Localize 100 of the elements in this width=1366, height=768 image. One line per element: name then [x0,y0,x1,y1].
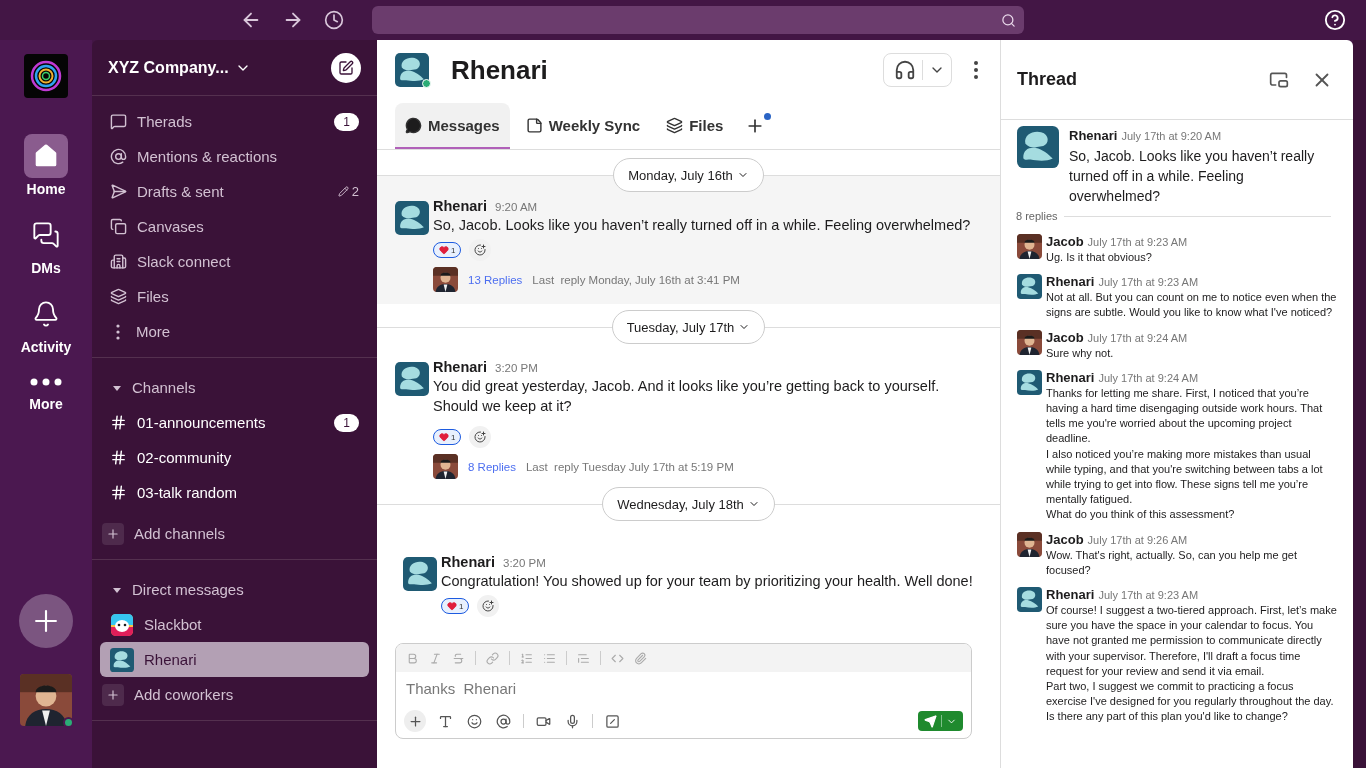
more-icon[interactable] [974,61,978,79]
avatar-icon [395,362,429,396]
message-time: July 17th at 9:23 AM [1087,236,1188,248]
building-icon[interactable] [110,253,127,270]
message-text: So, Jacob. Looks like you haven’t really turned off in a while. Feeling overwhelmed? [1069,147,1316,206]
hash-icon [110,414,127,431]
user-avatar [20,674,72,726]
add-channels-link[interactable]: Add channels [100,516,369,551]
section-header[interactable]: Channels [100,370,369,405]
author-name[interactable]: Jacob [1046,531,1084,547]
search-icon[interactable] [1001,12,1016,28]
message-time: July 17th at 9:23 AM [1098,276,1199,289]
avatar-icon [1017,274,1042,300]
workspace-logo[interactable] [24,54,68,98]
workspace-menu[interactable]: XYZ Company... [108,58,251,77]
date-divider[interactable]: Wednesday, July 18th [602,487,775,521]
heart-reaction[interactable]: 1 [433,429,462,445]
message-text: I also noticed you’re making more mistakes than usual while typing, and that you're switching between tabs a lot while trying to get into flow. These signs tell me you’re mentally fatigued. [1046,446,1324,508]
pencil-icon [337,186,349,197]
message-text: Congratulation! You showed up for your team by prioritizing your health. Well done! [441,572,974,591]
reply-count: 8 replies [1016,210,1058,222]
dm-item[interactable]: Slackbot [100,607,369,642]
heart-reaction[interactable]: 1 [441,598,470,614]
message-text: Sure why not. [1046,345,1115,361]
nav-item[interactable]: Slack connect [100,244,369,279]
bell-icon [32,300,60,328]
hash-icon [110,449,127,466]
speech-bubble-icon[interactable] [110,113,127,130]
nav-item[interactable]: Mentions & reactions [100,139,369,174]
last-reply-text: Last reply Tuesday July 17th at 5:19 PM [525,460,734,473]
note-icon[interactable] [525,116,543,134]
message-text: Wow. That's right, actually. So, can you help me get focused? [1046,547,1298,578]
author-name[interactable]: Jacob [1046,329,1084,345]
nav-item[interactable]: Files [100,279,369,314]
author-name[interactable]: Rhenari [1046,274,1095,290]
smile-plus-icon[interactable] [474,431,487,443]
nav-item[interactable]: Drafts & sent 2 [100,174,369,209]
add-coworkers-link[interactable]: Add coworkers [100,677,369,712]
message-text: Ug. Is it that obvious? [1046,250,1153,265]
author-name[interactable]: Rhenari [1046,369,1095,385]
rail-button[interactable] [24,134,68,178]
italic-icon [429,651,442,665]
tab[interactable]: Weekly Sync [515,103,651,149]
plus-icon [106,526,120,541]
avatar-icon [403,557,437,591]
replies-link[interactable]: 8 Replies [468,460,516,473]
message-time: 9:20 AM [495,201,538,213]
nav-item[interactable]: More [100,314,369,349]
channel-item[interactable]: 02-community [100,440,369,475]
hash-icon [110,484,127,501]
send-icon[interactable] [110,183,127,200]
heart-icon[interactable] [439,432,449,442]
section-header[interactable]: Direct messages [100,572,369,607]
author-name[interactable]: Jacob [1046,234,1084,249]
plus-icon [106,687,120,702]
channel-item[interactable]: 03-talk random [100,475,369,510]
smile-plus-icon[interactable] [482,600,495,612]
search-field[interactable] [372,6,1024,34]
user-avatar [433,454,458,479]
rail-label: Activity [20,339,72,355]
tab[interactable]: Messages [395,103,510,149]
replies-link[interactable]: 13 Replies [468,273,523,286]
date-divider[interactable]: Tuesday, July 17th [611,310,766,344]
message-time: July 17th at 9:23 AM [1098,589,1199,602]
paperclip-icon [634,651,647,665]
pen-square-icon[interactable] [338,59,354,76]
add-reaction-button[interactable] [469,239,492,261]
nav-item[interactable]: Therads 1 [100,104,369,139]
more-icon[interactable] [116,323,120,340]
tab[interactable]: Files [656,103,734,149]
author-name[interactable]: Rhenari [433,359,487,375]
add-reaction-button[interactable] [477,595,500,617]
author-name[interactable]: Rhenari [441,554,495,570]
huddle-button[interactable] [883,53,952,87]
avatar-icon [1017,369,1042,395]
author-name[interactable]: Rhenari [433,198,487,214]
avatar-icon [1017,587,1042,613]
add-reaction-button[interactable] [469,426,492,448]
chat-bubble-icon[interactable] [405,116,422,134]
author-name[interactable]: Rhenari [1046,587,1095,603]
heart-icon[interactable] [447,601,457,611]
layers-icon[interactable] [110,288,127,305]
pages-icon[interactable] [110,218,127,235]
date-divider[interactable]: Monday, July 16th [613,158,764,192]
heart-icon[interactable] [439,245,449,255]
online-status-dot [63,717,74,728]
avatar-icon [1017,126,1059,168]
nav-item[interactable]: Canvases [100,209,369,244]
user-avatar [433,267,458,292]
channel-item[interactable]: 01-announcements 1 [100,405,369,440]
layers-icon[interactable] [666,116,684,134]
bot-avatar [110,612,134,637]
dm-item[interactable]: Rhenari [100,642,369,677]
author-name[interactable]: Rhenari [1069,128,1118,143]
smile-plus-icon[interactable] [474,244,487,256]
heart-reaction[interactable]: 1 [433,242,462,258]
compose-button[interactable] [331,52,361,83]
add-workspace-button[interactable] [19,594,73,648]
rail-label: More [29,396,63,412]
headphones-icon[interactable] [894,59,916,81]
